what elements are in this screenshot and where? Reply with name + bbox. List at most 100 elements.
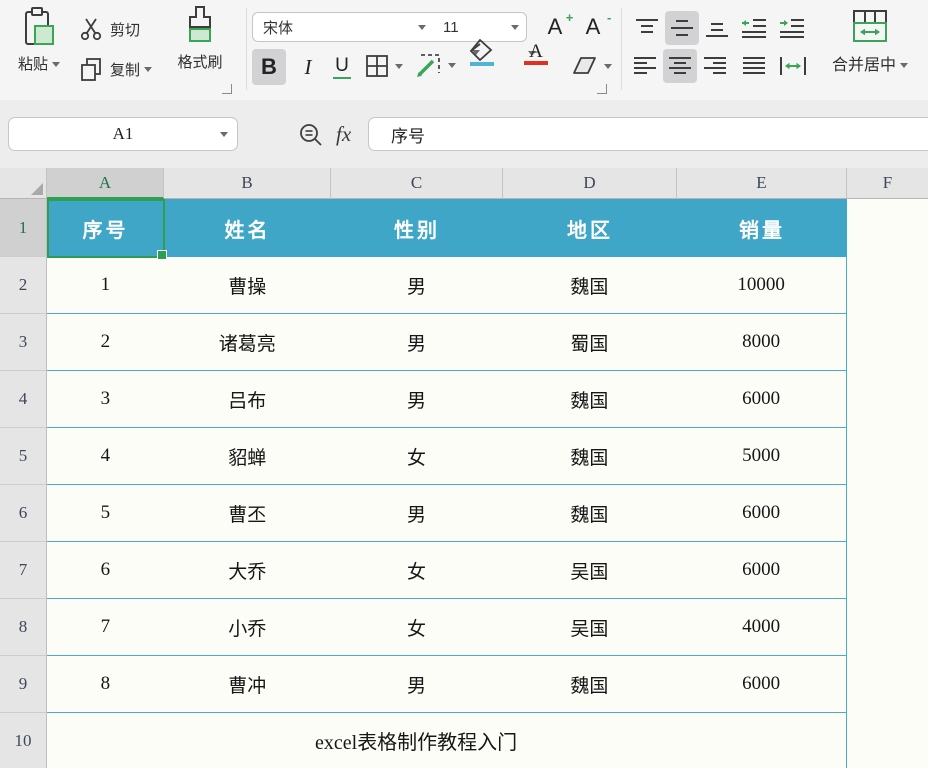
cell-f1[interactable] (847, 199, 928, 257)
cell-a5[interactable]: 4 (47, 428, 164, 484)
align-middle-button[interactable] (665, 11, 699, 45)
cell-b4[interactable]: 吕布 (164, 371, 331, 427)
cell-f4[interactable] (847, 371, 928, 428)
cell-f2[interactable] (847, 257, 928, 314)
align-left-button[interactable] (630, 51, 660, 81)
row-header-2[interactable]: 2 (0, 257, 47, 314)
cell-a6[interactable]: 5 (47, 485, 164, 541)
increase-indent-button[interactable] (776, 13, 808, 43)
cell-f9[interactable] (847, 656, 928, 713)
cell-b7[interactable]: 大乔 (164, 542, 331, 598)
cell-b1[interactable]: 姓名 (164, 199, 331, 257)
cell-c3[interactable]: 男 (331, 314, 503, 370)
column-header-c[interactable]: C (331, 168, 503, 199)
cell-a8[interactable]: 7 (47, 599, 164, 655)
cell-c7[interactable]: 女 (331, 542, 503, 598)
row-header-3[interactable]: 3 (0, 314, 47, 371)
name-box[interactable]: A1 (8, 117, 238, 151)
font-family-select[interactable]: 宋体 (252, 12, 434, 42)
borders-button[interactable] (363, 52, 403, 80)
column-header-a[interactable]: A (47, 168, 164, 199)
cell-e4[interactable]: 6000 (676, 371, 846, 427)
increase-font-size-button[interactable]: A+ (540, 12, 570, 42)
cell-e1[interactable]: 销量 (677, 199, 847, 257)
column-header-d[interactable]: D (503, 168, 677, 199)
cell-c8[interactable]: 女 (331, 599, 503, 655)
row-header-8[interactable]: 8 (0, 599, 47, 656)
formula-input[interactable]: 序号 (368, 117, 928, 151)
decrease-font-size-button[interactable]: A- (578, 12, 608, 42)
cell-f7[interactable] (847, 542, 928, 599)
cell-d8[interactable]: 吴国 (502, 599, 676, 655)
row-header-6[interactable]: 6 (0, 485, 47, 542)
cell-c2[interactable]: 男 (331, 257, 503, 313)
font-size-select[interactable]: 11 (433, 12, 527, 42)
column-header-b[interactable]: B (164, 168, 331, 199)
cell-d2[interactable]: 魏国 (502, 257, 676, 313)
insert-function-button[interactable]: fx (336, 122, 351, 147)
cell-d9[interactable]: 魏国 (502, 656, 676, 712)
paste-button[interactable]: 粘贴 (10, 6, 68, 74)
row-header-4[interactable]: 4 (0, 371, 47, 428)
cell-e2[interactable]: 10000 (676, 257, 846, 313)
cell-b8[interactable]: 小乔 (164, 599, 331, 655)
cell-c6[interactable]: 男 (331, 485, 503, 541)
cell-c5[interactable]: 女 (331, 428, 503, 484)
cell-b2[interactable]: 曹操 (164, 257, 331, 313)
cell-f10[interactable] (847, 713, 928, 768)
cell-e5[interactable]: 5000 (676, 428, 846, 484)
cell-e9[interactable]: 6000 (676, 656, 846, 712)
cell-a10-merged[interactable]: excel表格制作教程入门 (47, 713, 846, 768)
cell-c4[interactable]: 男 (331, 371, 503, 427)
cell-b5[interactable]: 貂蝉 (164, 428, 331, 484)
cell-c1[interactable]: 性别 (331, 199, 503, 257)
text-control-button[interactable] (776, 51, 810, 81)
row-header-9[interactable]: 9 (0, 656, 47, 713)
cell-d4[interactable]: 魏国 (502, 371, 676, 427)
cell-a1[interactable]: 序号 (47, 199, 164, 257)
justify-button[interactable] (738, 51, 770, 81)
cell-e8[interactable]: 4000 (676, 599, 846, 655)
cell-e3[interactable]: 8000 (676, 314, 846, 370)
cell-b3[interactable]: 诸葛亮 (164, 314, 331, 370)
cell-e6[interactable]: 6000 (676, 485, 846, 541)
copy-button[interactable]: 复制 (78, 56, 152, 82)
merge-center-button[interactable]: 合并居中 (820, 8, 920, 75)
bold-button[interactable]: B (252, 49, 286, 85)
cell-d7[interactable]: 吴国 (502, 542, 676, 598)
zoom-formula-icon[interactable] (298, 122, 326, 150)
underline-button[interactable]: U (326, 49, 358, 85)
cell-a9[interactable]: 8 (47, 656, 164, 712)
cell-a7[interactable]: 6 (47, 542, 164, 598)
cell-a3[interactable]: 2 (47, 314, 164, 370)
cell-f6[interactable] (847, 485, 928, 542)
cell-d1[interactable]: 地区 (503, 199, 677, 257)
font-color-button[interactable]: A (524, 51, 536, 56)
italic-button[interactable]: I (295, 49, 321, 85)
align-right-button[interactable] (700, 51, 730, 81)
cut-button[interactable]: 剪切 (78, 16, 140, 42)
cell-b9[interactable]: 曹冲 (164, 656, 331, 712)
row-header-5[interactable]: 5 (0, 428, 47, 485)
cell-d3[interactable]: 蜀国 (502, 314, 676, 370)
column-header-e[interactable]: E (677, 168, 847, 199)
row-header-1[interactable]: 1 (0, 199, 47, 257)
cell-f3[interactable] (847, 314, 928, 371)
cell-c9[interactable]: 男 (331, 656, 503, 712)
cell-a4[interactable]: 3 (47, 371, 164, 427)
clear-format-button[interactable] (570, 52, 612, 80)
cell-d6[interactable]: 魏国 (502, 485, 676, 541)
select-all-button[interactable] (0, 168, 47, 199)
column-header-f[interactable]: F (847, 168, 928, 199)
decrease-indent-button[interactable] (738, 13, 770, 43)
row-header-7[interactable]: 7 (0, 542, 47, 599)
row-header-10[interactable]: 10 (0, 713, 47, 768)
align-top-button[interactable] (632, 13, 662, 43)
draw-border-button[interactable] (414, 50, 456, 80)
clipboard-dialog-launcher-icon[interactable] (222, 84, 232, 94)
cell-d5[interactable]: 魏国 (502, 428, 676, 484)
cell-f5[interactable] (847, 428, 928, 485)
font-dialog-launcher-icon[interactable] (597, 84, 607, 94)
align-center-button[interactable] (663, 49, 697, 83)
align-bottom-button[interactable] (702, 13, 732, 43)
